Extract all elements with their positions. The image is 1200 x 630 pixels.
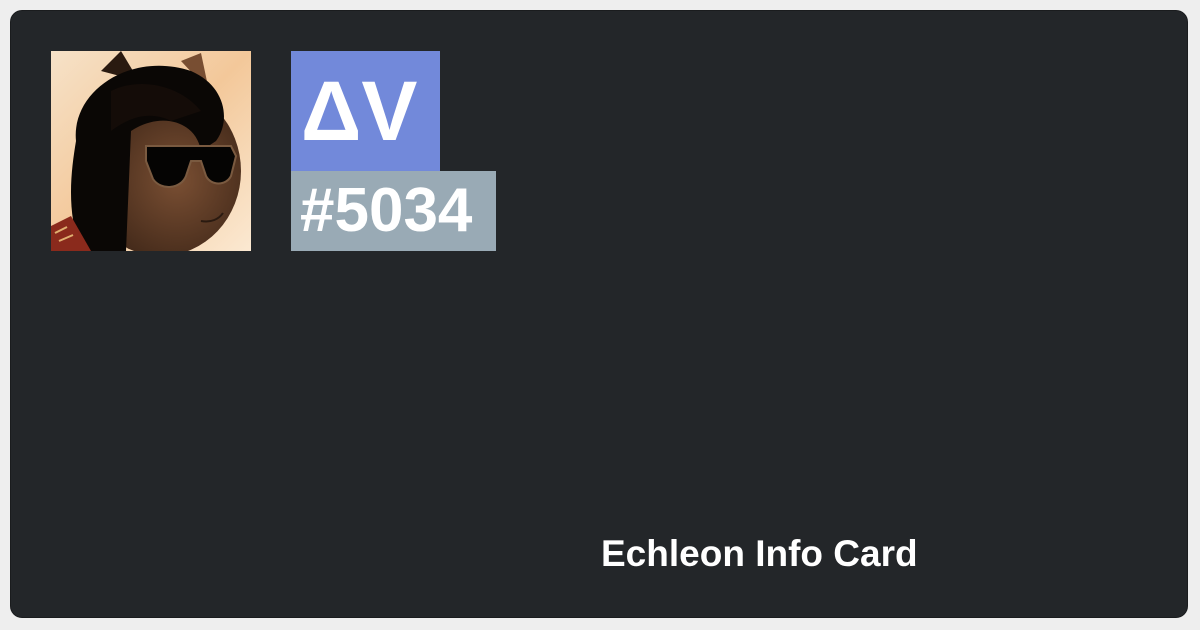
card-title: Echleon Info Card — [601, 533, 918, 574]
username-tag: ΔV — [291, 51, 440, 171]
discriminator-tag: #5034 — [291, 171, 496, 251]
info-card: ΔV #5034 Echleon Info Card — [10, 10, 1188, 618]
user-avatar — [51, 51, 251, 251]
avatar-image — [51, 51, 251, 251]
